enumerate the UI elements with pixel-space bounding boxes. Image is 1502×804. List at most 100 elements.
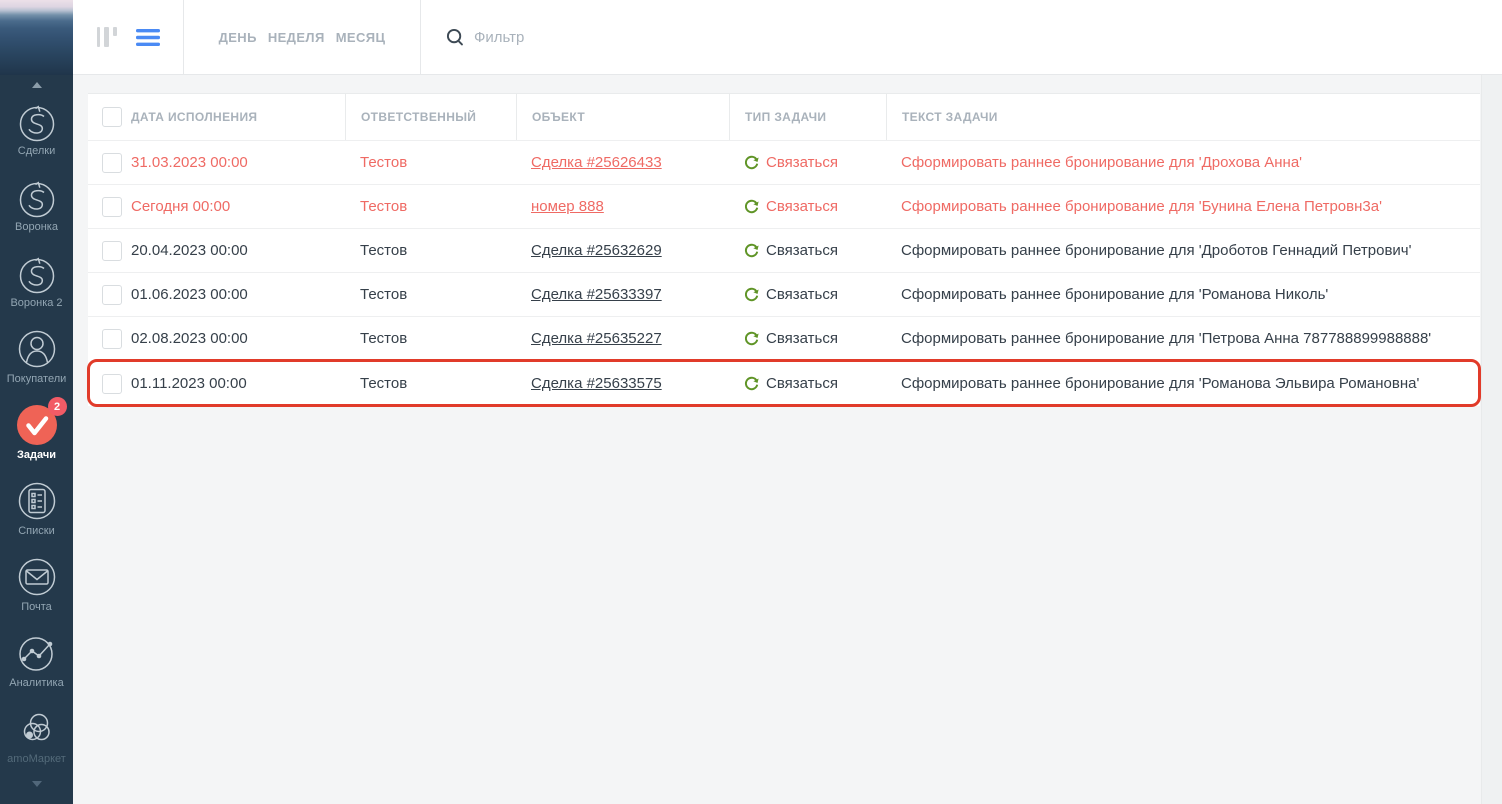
task-object-link[interactable]: Сделка #25635227 [531, 330, 662, 347]
task-type-label: Связаться [766, 330, 838, 347]
task-due-date: 20.04.2023 00:00 [131, 242, 345, 259]
select-all-checkbox[interactable] [102, 107, 122, 127]
task-object-cell: Сделка #25632629 [516, 242, 729, 259]
task-responsible: Тестов [345, 154, 516, 171]
task-type-cell: Связаться [729, 242, 886, 259]
task-row[interactable]: 20.04.2023 00:00 Тестов Сделка #25632629… [88, 228, 1480, 272]
callback-arrow-icon [744, 199, 759, 214]
column-header-type[interactable]: ТИП ЗАДАЧИ [729, 94, 886, 140]
row-checkbox[interactable] [102, 153, 122, 173]
sidebar-scroll-up[interactable] [0, 75, 73, 95]
tasks-check-icon: 2 [14, 402, 60, 448]
column-header-date[interactable]: ДАТА ИСПОЛНЕНИЯ [131, 94, 345, 140]
sidebar-item-label: Аналитика [9, 677, 63, 689]
market-icon [14, 706, 60, 752]
deal-dollar-icon [14, 98, 60, 144]
task-type-label: Связаться [766, 286, 838, 303]
column-header-responsible[interactable]: ОТВЕТСТВЕННЫЙ [345, 94, 516, 140]
callback-arrow-icon [744, 376, 759, 391]
callback-arrow-icon [744, 287, 759, 302]
task-responsible: Тестов [345, 375, 516, 392]
row-checkbox[interactable] [102, 241, 122, 261]
table-header: ДАТА ИСПОЛНЕНИЯ ОТВЕТСТВЕННЫЙ ОБЪЕКТ ТИП… [88, 94, 1480, 140]
sidebar-item-deals[interactable]: Сделки [0, 95, 73, 171]
task-type-label: Связаться [766, 242, 838, 259]
sidebar-item-lists[interactable]: Списки [0, 475, 73, 551]
task-responsible: Тестов [345, 286, 516, 303]
sidebar-item-label: Покупатели [7, 373, 67, 385]
row-checkbox-cell [88, 153, 131, 173]
task-due-date: 01.06.2023 00:00 [131, 286, 345, 303]
row-checkbox[interactable] [102, 285, 122, 305]
row-checkbox-cell [88, 197, 131, 217]
tab-month[interactable]: МЕСЯЦ [336, 30, 386, 45]
sidebar-nav: СделкиВоронка Воронка 2 Покупатели 2ЗадачиС… [0, 95, 73, 779]
filter-input[interactable] [474, 29, 834, 46]
task-object-cell: номер 888 [516, 198, 729, 215]
task-text: Сформировать раннее бронирование для 'Ро… [886, 286, 1480, 303]
task-due-date: 01.11.2023 00:00 [131, 375, 345, 392]
task-row[interactable]: 01.06.2023 00:00 Тестов Сделка #25633397… [88, 272, 1480, 316]
view-switcher [73, 0, 184, 74]
row-checkbox-cell [88, 329, 131, 349]
tab-week[interactable]: НЕДЕЛЯ [268, 30, 325, 45]
sidebar-item-label: Почта [21, 601, 52, 613]
task-type-label: Связаться [766, 154, 838, 171]
task-type-cell: Связаться [729, 154, 886, 171]
task-text: Сформировать раннее бронирование для 'Бу… [886, 198, 1480, 215]
sidebar-item-funnel[interactable]: Воронка [0, 171, 73, 247]
callback-arrow-icon [744, 331, 759, 346]
task-object-link[interactable]: Сделка #25626433 [531, 154, 662, 171]
task-object-link[interactable]: Сделка #25633397 [531, 286, 662, 303]
app-window: СделкиВоронкаВоронка 2Покупатели2ЗадачиС… [0, 0, 1502, 804]
analytics-icon [14, 630, 60, 676]
task-text: Сформировать раннее бронирование для 'Др… [886, 154, 1480, 171]
task-row[interactable]: 01.11.2023 00:00 Тестов Сделка #25633575… [88, 360, 1480, 406]
tasks-badge: 2 [48, 397, 67, 416]
row-checkbox[interactable] [102, 197, 122, 217]
task-text: Сформировать раннее бронирование для 'Ро… [886, 375, 1480, 392]
sidebar-item-label: amoМаркет [7, 753, 66, 765]
row-checkbox[interactable] [102, 329, 122, 349]
callback-arrow-icon [744, 155, 759, 170]
lists-icon [14, 478, 60, 524]
task-row[interactable]: 31.03.2023 00:00 Тестов Сделка #25626433… [88, 140, 1480, 184]
filter-bar [421, 0, 1502, 74]
tasks-table: ДАТА ИСПОЛНЕНИЯ ОТВЕТСТВЕННЫЙ ОБЪЕКТ ТИП… [88, 93, 1480, 406]
task-object-link[interactable]: Сделка #25633575 [531, 375, 662, 392]
task-responsible: Тестов [345, 242, 516, 259]
column-header-object[interactable]: ОБЪЕКТ [516, 94, 729, 140]
task-text: Сформировать раннее бронирование для 'Др… [886, 242, 1480, 259]
search-icon [446, 28, 465, 47]
task-row[interactable]: 02.08.2023 00:00 Тестов Сделка #25635227… [88, 316, 1480, 360]
account-logo[interactable] [0, 0, 73, 75]
sidebar-item-mail[interactable]: Почта [0, 551, 73, 627]
task-responsible: Тестов [345, 198, 516, 215]
sidebar-item-analytics[interactable]: Аналитика [0, 627, 73, 703]
task-object-link[interactable]: Сделка #25632629 [531, 242, 662, 259]
task-due-date: 31.03.2023 00:00 [131, 154, 345, 171]
topbar: ДЕНЬ НЕДЕЛЯ МЕСЯЦ [73, 0, 1502, 75]
sidebar-item-label: Воронка 2 [10, 297, 62, 309]
sidebar-item-buyers[interactable]: Покупатели [0, 323, 73, 399]
tab-day[interactable]: ДЕНЬ [219, 30, 257, 45]
row-checkbox[interactable] [102, 374, 122, 394]
column-header-text[interactable]: ТЕКСТ ЗАДАЧИ [886, 94, 1480, 140]
task-object-cell: Сделка #25633397 [516, 286, 729, 303]
buyers-icon [14, 326, 60, 372]
table-body: 31.03.2023 00:00 Тестов Сделка #25626433… [88, 140, 1480, 406]
sidebar-item-funnel-2[interactable]: Воронка 2 [0, 247, 73, 323]
deal-dollar-icon [14, 174, 60, 220]
header-checkbox-cell [88, 94, 131, 140]
task-type-cell: Связаться [729, 330, 886, 347]
menu-icon[interactable] [136, 29, 160, 46]
sidebar-item-tasks[interactable]: 2Задачи [0, 399, 73, 475]
task-row[interactable]: Сегодня 00:00 Тестов номер 888 Связаться… [88, 184, 1480, 228]
task-object-link[interactable]: номер 888 [531, 198, 604, 215]
mail-icon [14, 554, 60, 600]
sidebar-item-market[interactable]: amoМаркет [0, 703, 73, 779]
scrollbar-track[interactable] [1481, 75, 1502, 804]
task-object-cell: Сделка #25626433 [516, 154, 729, 171]
board-view-icon[interactable] [96, 27, 117, 47]
task-type-label: Связаться [766, 198, 838, 215]
